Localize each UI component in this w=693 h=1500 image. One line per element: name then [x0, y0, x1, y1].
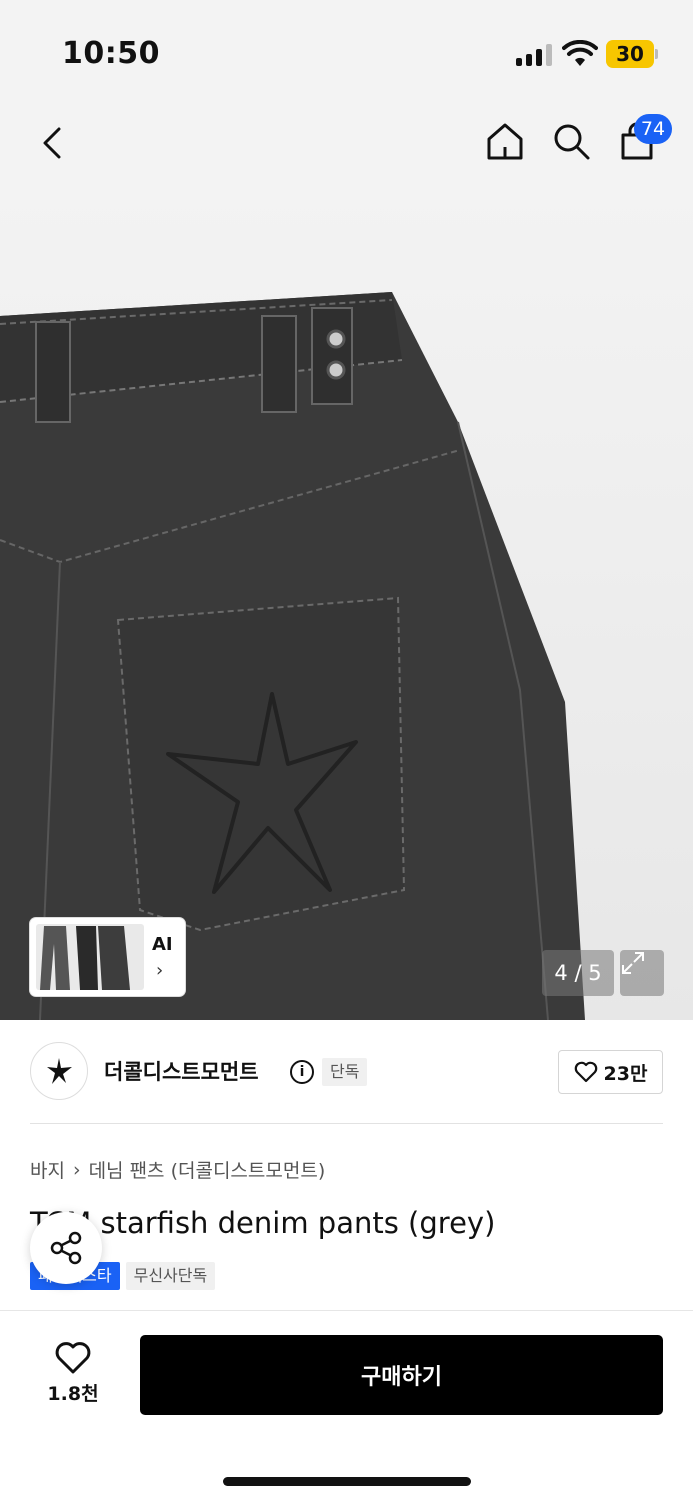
top-nav: [0, 100, 693, 190]
brand-like-count: 23만: [603, 1062, 648, 1085]
battery-level-text: 30: [616, 42, 644, 66]
wishlist-count: 1.8천: [47, 1383, 99, 1405]
expand-image-button[interactable]: [620, 950, 664, 996]
brand-like-button[interactable]: 23만: [558, 1050, 663, 1094]
bottom-action-bar: 1.8천 구매하기: [0, 1310, 693, 1500]
status-bar: 10:50 30: [0, 0, 693, 100]
expand-icon: [622, 952, 644, 974]
share-button[interactable]: [30, 1212, 102, 1284]
status-time: 10:50: [62, 36, 160, 71]
battery-icon: 30: [606, 40, 658, 68]
wifi-icon: [562, 40, 598, 66]
back-button[interactable]: [28, 118, 78, 168]
exclusive-badge: 단독: [322, 1058, 368, 1086]
cart-count-badge: 74: [634, 114, 672, 144]
product-image-gallery[interactable]: AI › 4 / 5: [0, 190, 693, 1020]
image-page-indicator: 4 / 5: [542, 950, 614, 996]
chevron-right-icon: ›: [72, 1158, 81, 1181]
signal-icon: [516, 44, 552, 66]
musinsa-exclusive-badge: 무신사단독: [125, 1262, 216, 1290]
search-icon: [554, 124, 590, 160]
ai-label: AI: [152, 934, 173, 955]
buy-button[interactable]: 구매하기: [140, 1335, 663, 1415]
heart-icon: [55, 1342, 91, 1374]
back-arrow-icon: [43, 127, 61, 159]
heart-icon: [574, 1061, 597, 1083]
breadcrumb-category[interactable]: 바지: [30, 1156, 65, 1183]
share-icon: [50, 1231, 82, 1265]
chevron-right-icon: ›: [156, 960, 164, 981]
breadcrumb-subcategory[interactable]: 데님 팬츠 (더콜디스트모먼트): [89, 1156, 326, 1183]
brand-name[interactable]: 더콜디스트모먼트: [104, 1056, 259, 1086]
breadcrumb: 바지 › 데님 팬츠 (더콜디스트모먼트): [30, 1156, 325, 1183]
ai-thumbnail: [36, 924, 144, 990]
starfish-logo-icon: [47, 1058, 72, 1084]
product-photo: [0, 292, 585, 1020]
ai-similar-items-card[interactable]: AI ›: [30, 918, 185, 996]
info-icon[interactable]: i: [290, 1060, 314, 1084]
search-button[interactable]: [546, 116, 596, 166]
brand-row: 더콜디스트모먼트 i 단독 23만: [0, 1020, 693, 1124]
home-button[interactable]: [480, 116, 530, 166]
home-icon: [487, 123, 523, 160]
brand-logo[interactable]: [30, 1042, 88, 1100]
home-indicator: [223, 1477, 471, 1486]
divider: [30, 1123, 663, 1124]
wishlist-button[interactable]: 1.8천: [30, 1341, 116, 1411]
